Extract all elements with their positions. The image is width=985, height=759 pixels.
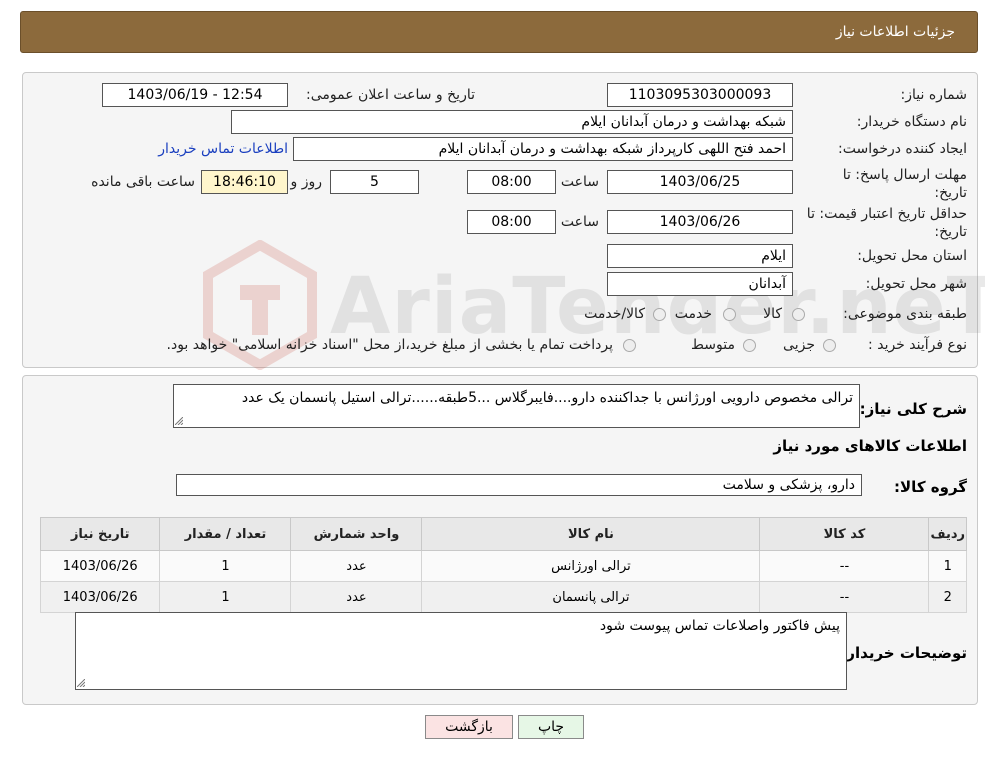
creator-field: احمد فتح اللهی کارپرداز شبکه بهداشت و در… [293,137,793,161]
cell-quantity: 1 [159,550,292,582]
price-validity-label: حداقل تاریخ اعتبار قیمت: تا تاریخ: [806,206,967,240]
price-validity-time-label: ساعت [560,214,599,230]
back-button[interactable]: بازگشت [425,715,513,739]
category-goods-service-radio[interactable] [653,308,666,321]
reply-date-field: 1403/06/25 [607,170,793,194]
cell-date: 1403/06/26 [39,550,161,582]
cell-unit: عدد [290,550,423,582]
treasury-docs-checkbox[interactable] [623,339,636,352]
cell-name: ترالی اورژانس [421,550,761,582]
resize-grip-icon[interactable] [175,417,183,425]
process-minor-label: جزیی [783,337,815,353]
category-service-label: خدمت [674,306,712,322]
process-minor-radio[interactable] [823,339,836,352]
summary-text: ترالی مخصوص دارویی اورژانس با جداکننده د… [241,390,853,406]
buyer-org-label: نام دستگاه خریدار: [856,114,967,130]
category-goods-service-label: کالا/خدمت [584,306,645,322]
print-button[interactable]: چاپ [518,715,584,739]
table-row: 2 -- ترالی پانسمان عدد 1 1403/06/26 [39,581,967,613]
category-service-radio[interactable] [723,308,736,321]
col-qty-header: تعداد / مقدار [159,517,292,551]
goods-table: ردیف کد کالا نام کالا واحد شمارش تعداد /… [39,517,967,613]
goods-info-title: اطلاعات کالاهای مورد نیاز [773,437,967,455]
buyer-notes-field: پیش فاکتور واصلاعات تماس پیوست شود [75,612,847,690]
need-number-field: 1103095303000093 [607,83,793,107]
reply-deadline-label: مهلت ارسال پاسخ: تا تاریخ: [842,167,967,201]
process-type-label: نوع فرآیند خرید : [868,337,967,353]
remaining-time-label: ساعت باقی مانده [91,174,195,190]
summary-field: ترالی مخصوص دارویی اورژانس با جداکننده د… [173,384,860,428]
col-date-header: تاریخ نیاز [39,517,161,551]
creator-label: ایجاد کننده درخواست: [838,141,967,157]
buyer-notes-label: توضیحات خریدار: [840,644,967,662]
col-row-header: ردیف [928,517,967,551]
city-field: آبدانان [607,272,793,296]
cell-unit: عدد [290,581,423,613]
announce-label: تاریخ و ساعت اعلان عمومی: [306,87,475,103]
reply-time-label: ساعت [560,174,599,190]
city-label: شهر محل تحویل: [865,276,967,292]
category-goods-radio[interactable] [792,308,805,321]
col-name-header: نام کالا [421,517,761,551]
buyer-contact-link[interactable]: اطلاعات تماس خریدار [158,141,288,157]
buyer-org-field: شبکه بهداشت و درمان آبدانان ایلام [231,110,793,134]
cell-row-number: 2 [928,581,967,613]
goods-table-header: ردیف کد کالا نام کالا واحد شمارش تعداد /… [39,517,967,551]
price-validity-time-field: 08:00 [467,210,556,234]
cell-quantity: 1 [159,581,292,613]
goods-group-field: دارو، پزشکی و سلامت [176,474,862,496]
cell-code: -- [759,581,930,613]
page-header: جزئیات اطلاعات نیاز [20,11,978,53]
table-row: 1 -- ترالی اورژانس عدد 1 1403/06/26 [39,550,967,582]
province-label: استان محل تحویل: [857,248,967,264]
summary-label: شرح کلی نیاز: [859,400,967,418]
cell-date: 1403/06/26 [39,581,161,613]
days-label: روز و [290,174,323,190]
process-medium-radio[interactable] [743,339,756,352]
need-number-label: شماره نیاز: [900,87,968,103]
days-remaining-field: 5 [330,170,419,194]
process-medium-label: متوسط [691,337,735,353]
remaining-time-field: 18:46:10 [201,170,288,194]
col-unit-header: واحد شمارش [290,517,423,551]
announce-datetime-field: 1403/06/19 - 12:54 [102,83,288,107]
category-goods-label: کالا [763,306,782,322]
cell-row-number: 1 [928,550,967,582]
price-validity-date-field: 1403/06/26 [607,210,793,234]
cell-code: -- [759,550,930,582]
page-title: جزئیات اطلاعات نیاز [835,24,955,40]
goods-group-label: گروه کالا: [894,478,967,496]
resize-grip-icon[interactable] [77,679,85,687]
cell-name: ترالی پانسمان [421,581,761,613]
treasury-docs-note: پرداخت تمام یا بخشی از مبلغ خرید،از محل … [166,337,613,353]
category-label: طبقه بندی موضوعی: [843,306,967,322]
col-code-header: کد کالا [759,517,930,551]
reply-time-field: 08:00 [467,170,556,194]
province-field: ایلام [607,244,793,268]
